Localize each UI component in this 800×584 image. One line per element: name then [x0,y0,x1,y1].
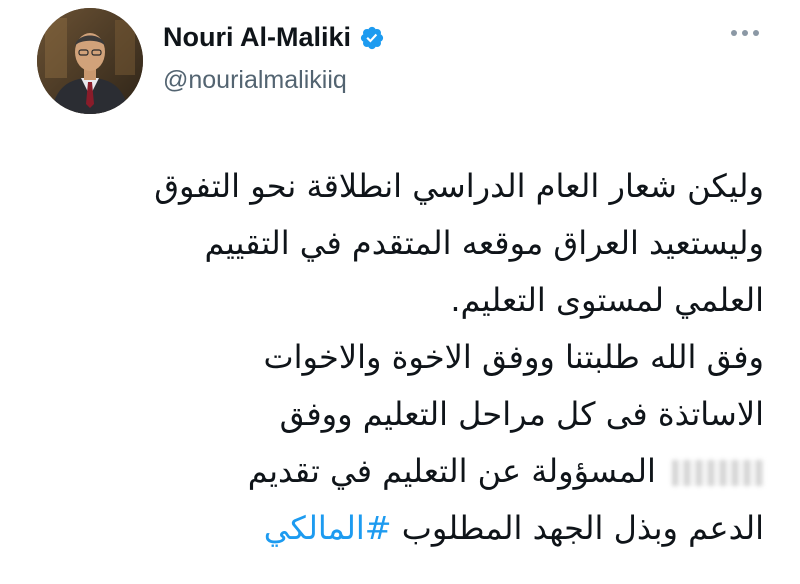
dot [731,30,737,36]
user-handle[interactable]: @nourialmalikiiq [163,66,347,95]
name-row: Nouri Al-Maliki [163,22,385,53]
tweet-line: المسؤولة عن التعليم في تقديم [4,443,764,500]
verified-badge-icon [360,26,384,49]
tweet-text: وليكن شعار العام الدراسي انطلاقة نحو الت… [4,158,764,557]
tweet-line: العلمي لمستوى التعليم. [450,281,764,319]
display-name[interactable]: Nouri Al-Maliki [163,22,351,53]
tweet-line-text: الدعم وبذل الجهد المطلوب [401,509,764,547]
tweet-line: الدعم وبذل الجهد المطلوب #المالكي [4,500,764,557]
avatar[interactable] [37,8,143,114]
dot [742,30,748,36]
blurred-text [672,460,764,486]
tweet-line: الاساتذة فى كل مراحل التعليم ووفق [279,395,764,433]
tweet-line: وفق الله طلبتنا ووفق الاخوة والاخوات [263,338,765,376]
tweet-header: Nouri Al-Maliki @nourialmalikiiq [0,0,800,130]
tweet-line: وليكن شعار العام الدراسي انطلاقة نحو الت… [154,167,764,205]
profile-photo [37,8,143,114]
tweet-line-text: المسؤولة عن التعليم في تقديم [247,452,656,490]
dot [753,30,759,36]
tweet-line: وليستعيد العراق موقعه المتقدم في التقييم [204,224,764,262]
hashtag-link[interactable]: #المالكي [264,509,392,547]
more-dots-icon[interactable] [731,30,759,36]
